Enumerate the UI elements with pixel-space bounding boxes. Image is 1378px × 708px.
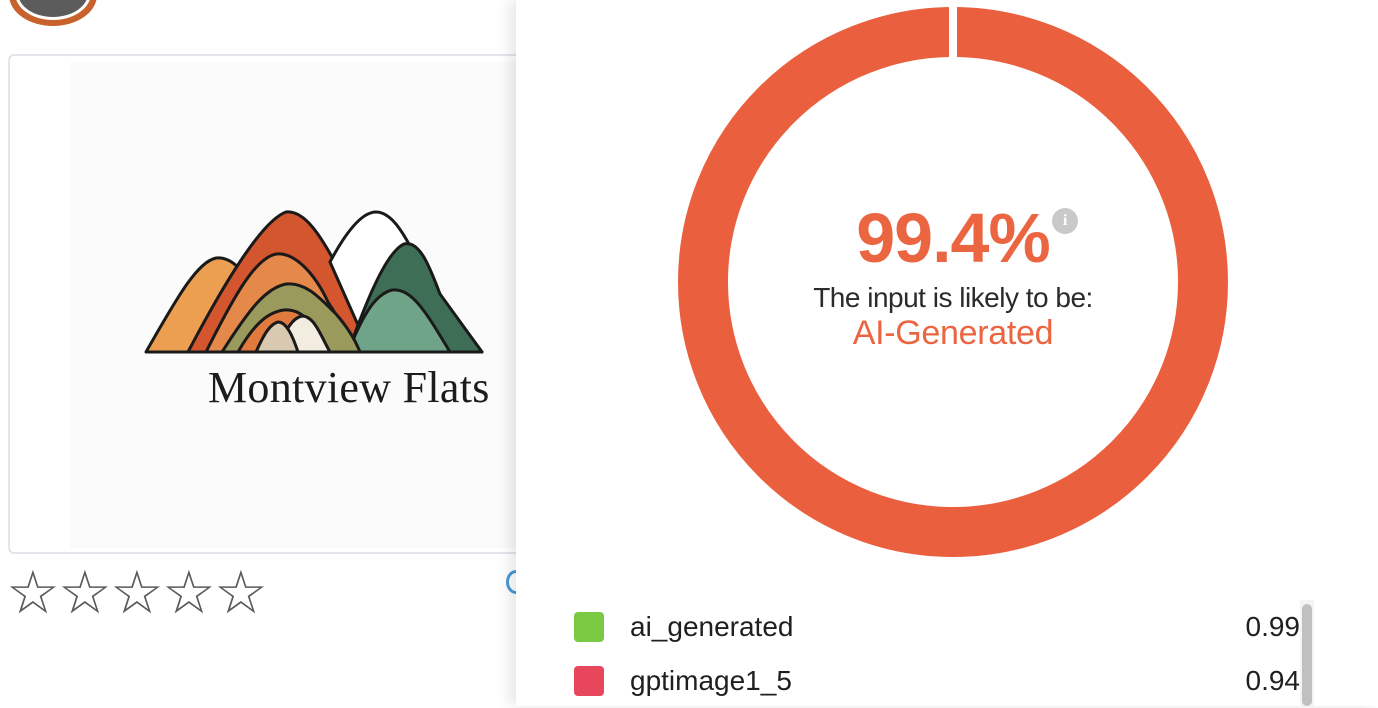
color-swatch — [574, 612, 604, 642]
uploaded-image-preview: Montview Flats — [70, 62, 530, 548]
percentage-text: 99.4% — [856, 199, 1050, 277]
result-panel: 99.4% i The input is likely to be: AI-Ge… — [516, 0, 1378, 706]
likely-label: The input is likely to be: — [813, 282, 1093, 313]
star-icon[interactable]: ☆ — [110, 560, 164, 626]
scrollbar-thumb[interactable] — [1302, 604, 1312, 706]
left-pane: Montview Flats ☆ ☆ ☆ ☆ ☆ — [0, 0, 530, 706]
image-card[interactable]: Montview Flats — [8, 54, 530, 554]
star-icon[interactable]: ☆ — [6, 560, 60, 626]
star-rating[interactable]: ☆ ☆ ☆ ☆ ☆ — [6, 560, 268, 626]
avatar[interactable] — [9, 0, 97, 26]
star-icon[interactable]: ☆ — [214, 560, 268, 626]
result-summary: 99.4% i The input is likely to be: AI-Ge… — [736, 198, 1170, 353]
score-value: 0.99 — [1245, 611, 1301, 642]
list-item: ai_generated 0.99 — [574, 600, 1300, 654]
list-item: gptimage1_5 0.94 — [574, 654, 1300, 708]
percentage-value: 99.4% i — [856, 198, 1078, 278]
score-value: 0.94 — [1245, 665, 1301, 696]
donut-gap — [949, 4, 957, 60]
info-icon[interactable]: i — [1051, 208, 1078, 234]
star-icon[interactable]: ☆ — [58, 560, 112, 626]
logo-wordmark: Montview Flats — [208, 363, 490, 412]
color-swatch — [574, 666, 604, 696]
verdict-label: AI-Generated — [852, 314, 1054, 352]
scrollbar[interactable] — [1300, 600, 1314, 706]
score-list: ai_generated 0.99 gptimage1_5 0.94 — [574, 600, 1300, 708]
avatar-image — [15, 0, 91, 20]
score-label: ai_generated — [630, 611, 794, 642]
star-icon[interactable]: ☆ — [162, 560, 216, 626]
score-label: gptimage1_5 — [630, 665, 792, 696]
mountain-logo — [144, 210, 484, 354]
